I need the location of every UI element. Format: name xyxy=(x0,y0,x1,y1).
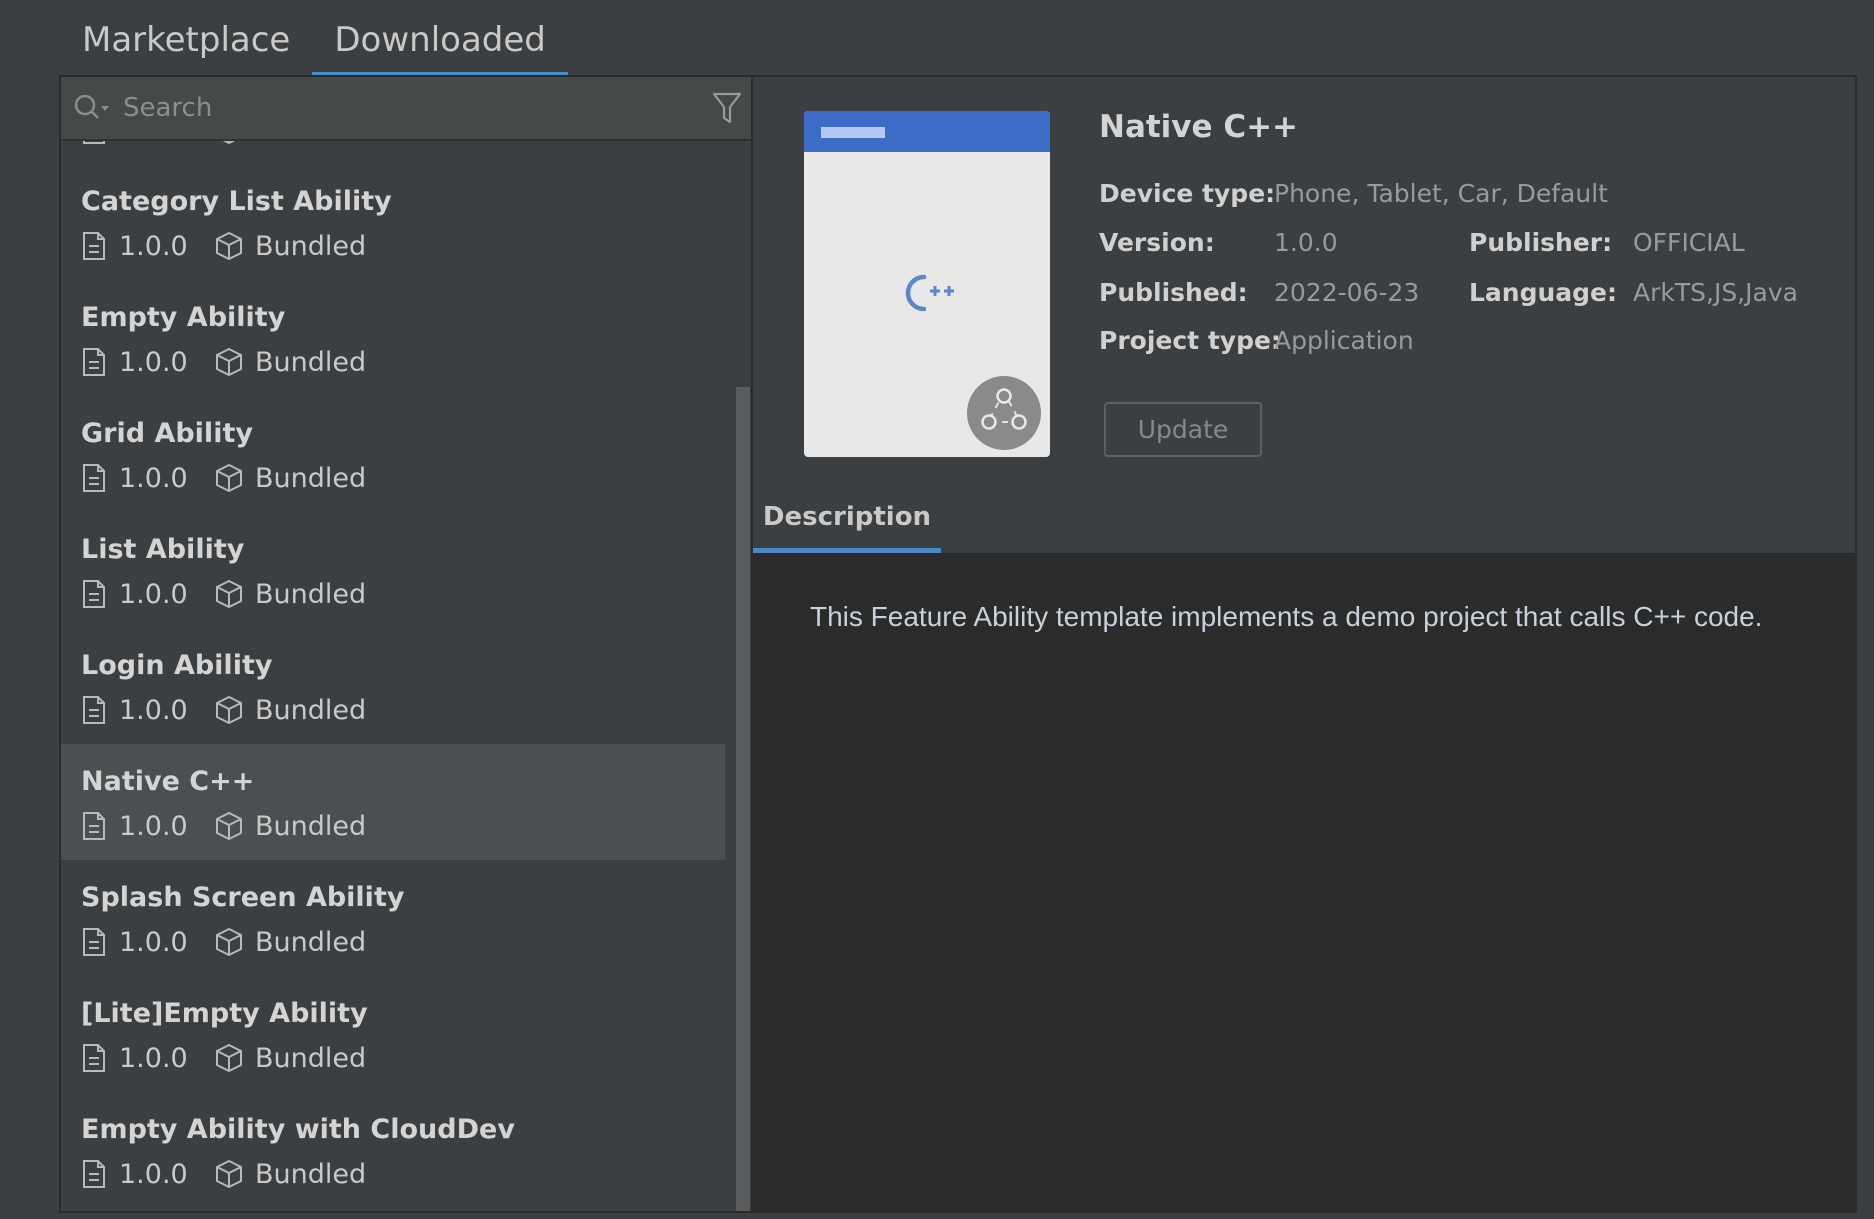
version-icon xyxy=(83,232,105,260)
description-pane: This Feature Ability template implements… xyxy=(753,553,1855,1211)
item-meta: 1.0.0 Bundled xyxy=(81,1154,366,1194)
template-title: Native C++ xyxy=(1099,109,1299,145)
version-icon xyxy=(83,812,105,840)
detail-header: Native C++ Device type: Phone, Tablet, C… xyxy=(753,77,1855,553)
item-name: Native C++ xyxy=(81,766,255,797)
version-label: Version: xyxy=(1099,228,1215,257)
project-type-label: Project type: xyxy=(1099,326,1281,355)
list-item[interactable]: Category List Ability 1.0.0 Bundled xyxy=(61,164,725,280)
item-source: Bundled xyxy=(255,1042,367,1074)
tab-description[interactable]: Description xyxy=(753,481,941,553)
device-type-label: Device type: xyxy=(1099,179,1276,208)
bundled-icon xyxy=(216,696,242,724)
bundled-icon xyxy=(216,812,242,840)
item-meta: 1.0.0 Bundled xyxy=(81,806,366,846)
item-source: Bundled xyxy=(255,1158,367,1190)
version-icon xyxy=(83,1044,105,1072)
item-meta: 1.0.0 Bundled xyxy=(81,226,366,266)
item-version: 1.0.0 xyxy=(119,810,188,842)
published-label: Published: xyxy=(1099,278,1248,307)
device-type-value: Phone, Tablet, Car, Default xyxy=(1274,179,1608,208)
template-detail-panel: Native C++ Device type: Phone, Tablet, C… xyxy=(753,75,1857,1213)
bundled-icon xyxy=(216,232,242,260)
bundled-icon xyxy=(216,348,242,376)
list-item[interactable]: Empty Ability with CloudDev 1.0.0 Bundled xyxy=(61,1092,725,1208)
list-item[interactable]: Empty Ability 1.0.0 Bundled xyxy=(61,280,725,396)
item-meta: 1.0.0 Bundled xyxy=(81,458,366,498)
item-meta: 1.0.0 Bundled xyxy=(81,342,366,382)
bundled-icon xyxy=(216,928,242,956)
item-source: Bundled xyxy=(255,578,367,610)
thumbnail-header-bar xyxy=(804,111,1050,152)
template-list: 1.0.0 Bundled Category List Ability 1.0.0 Bu… xyxy=(61,77,725,1208)
language-value: ArkTS,JS,Java xyxy=(1633,278,1798,307)
list-item[interactable]: List Ability 1.0.0 Bundled xyxy=(61,512,725,628)
version-value: 1.0.0 xyxy=(1274,228,1338,257)
item-version: 1.0.0 xyxy=(119,230,188,262)
cpp-logo-icon xyxy=(905,274,954,312)
template-list-panel: 1.0.0 Bundled Category List Ability 1.0.0 Bu… xyxy=(59,75,753,1213)
item-meta: 1.0.0 Bundled xyxy=(81,574,366,614)
bundled-icon xyxy=(216,580,242,608)
item-version: 1.0.0 xyxy=(119,1158,188,1190)
version-icon xyxy=(83,1160,105,1188)
publisher-value: OFFICIAL xyxy=(1633,228,1745,257)
version-icon xyxy=(83,928,105,956)
item-meta: 1.0.0 Bundled xyxy=(81,922,366,962)
item-meta: 1.0.0 Bundled xyxy=(81,690,366,730)
list-item[interactable]: Native C++ 1.0.0 Bundled xyxy=(61,744,725,860)
item-name: Empty Ability xyxy=(81,302,286,333)
item-name: Category List Ability xyxy=(81,186,392,217)
version-icon xyxy=(83,348,105,376)
item-name: Grid Ability xyxy=(81,418,253,449)
item-name: Splash Screen Ability xyxy=(81,882,405,913)
bundled-icon xyxy=(216,1160,242,1188)
version-icon xyxy=(83,464,105,492)
published-value: 2022-06-23 xyxy=(1274,278,1420,307)
item-source: Bundled xyxy=(255,462,367,494)
template-thumbnail xyxy=(804,111,1050,457)
item-source: Bundled xyxy=(255,346,367,378)
item-name: Empty Ability with CloudDev xyxy=(81,1114,515,1145)
item-name: [Lite]Empty Ability xyxy=(81,998,368,1029)
item-source: Bundled xyxy=(255,230,367,262)
filter-icon[interactable] xyxy=(711,91,743,125)
item-name: List Ability xyxy=(81,534,245,565)
item-version: 1.0.0 xyxy=(119,926,188,958)
version-icon xyxy=(83,580,105,608)
bundled-icon xyxy=(216,464,242,492)
update-button[interactable]: Update xyxy=(1104,402,1262,457)
tab-marketplace[interactable]: Marketplace xyxy=(60,0,312,77)
list-item[interactable]: Login Ability 1.0.0 Bundled xyxy=(61,628,725,744)
item-source: Bundled xyxy=(255,694,367,726)
tab-downloaded[interactable]: Downloaded xyxy=(312,0,568,77)
list-item[interactable]: Splash Screen Ability 1.0.0 Bundled xyxy=(61,860,725,976)
publisher-label: Publisher: xyxy=(1469,228,1613,257)
project-type-value: Application xyxy=(1274,326,1414,355)
item-version: 1.0.0 xyxy=(119,1042,188,1074)
item-version: 1.0.0 xyxy=(119,578,188,610)
item-source: Bundled xyxy=(255,810,367,842)
search-bar xyxy=(61,77,751,141)
share-badge-icon xyxy=(967,376,1041,450)
plugin-tabs: Marketplace Downloaded xyxy=(60,0,568,77)
thumbnail-title-line xyxy=(821,127,885,138)
version-icon xyxy=(83,696,105,724)
search-input[interactable] xyxy=(123,85,663,131)
list-scrollbar[interactable] xyxy=(736,387,750,1211)
bundled-icon xyxy=(216,1044,242,1072)
item-name: Login Ability xyxy=(81,650,273,681)
language-label: Language: xyxy=(1469,278,1618,307)
list-item[interactable]: Grid Ability 1.0.0 Bundled xyxy=(61,396,725,512)
item-version: 1.0.0 xyxy=(119,462,188,494)
list-item[interactable]: [Lite]Empty Ability 1.0.0 Bundled xyxy=(61,976,725,1092)
item-version: 1.0.0 xyxy=(119,346,188,378)
search-icon[interactable] xyxy=(73,93,111,125)
item-source: Bundled xyxy=(255,926,367,958)
item-meta: 1.0.0 Bundled xyxy=(81,1038,366,1078)
description-text: This Feature Ability template implements… xyxy=(810,601,1763,632)
item-version: 1.0.0 xyxy=(119,694,188,726)
